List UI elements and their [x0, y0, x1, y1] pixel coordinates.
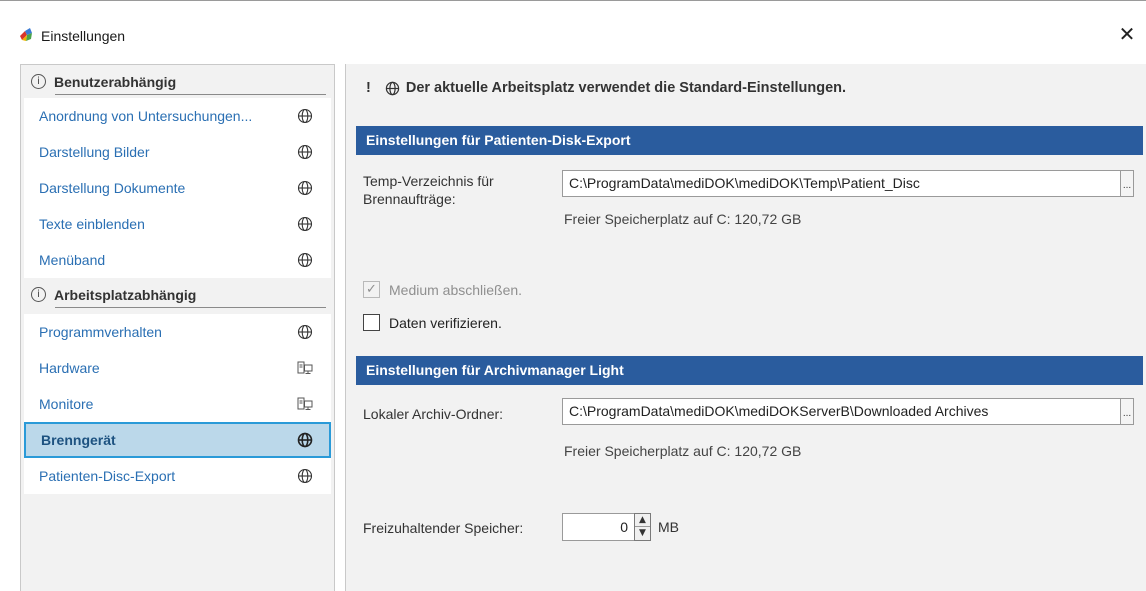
- globe-icon: [297, 324, 313, 340]
- reserve-memory-unit: MB: [658, 519, 679, 535]
- sidebar-item-darstellung-dokumente[interactable]: Darstellung Dokumente: [24, 170, 331, 206]
- finalize-medium-checkbox[interactable]: ✓ Medium abschließen.: [363, 281, 522, 298]
- archive-folder-browse-button[interactable]: ...: [1120, 398, 1134, 425]
- globe-icon: [297, 468, 313, 484]
- section-header-disk-export: Einstellungen für Patienten-Disk-Export: [356, 126, 1143, 155]
- group-header-benutzerabhaengig: i Benutzerabhängig: [21, 65, 334, 98]
- group-header-arbeitsplatzabhaengig: i Arbeitsplatzabhängig: [21, 278, 334, 311]
- reserve-memory-stepper[interactable]: ▲ ▼: [634, 513, 651, 541]
- group-items-arbeitsplatzabhaengig: Programmverhalten Hardware Monitore Bren…: [24, 314, 331, 494]
- group-label: Benutzerabhängig: [54, 73, 177, 90]
- temp-dir-browse-button[interactable]: ...: [1120, 170, 1134, 197]
- warning-mark: !: [366, 80, 371, 96]
- settings-sidebar: i Benutzerabhängig Anordnung von Untersu…: [20, 64, 335, 591]
- sidebar-item-brenngeraet[interactable]: Brenngerät: [24, 422, 331, 458]
- archive-free-space-text: Freier Speicherplatz auf C: 120,72 GB: [564, 443, 802, 459]
- close-button[interactable]: ✕: [1114, 22, 1140, 48]
- temp-free-space-text: Freier Speicherplatz auf C: 120,72 GB: [564, 211, 802, 227]
- sidebar-item-label: Texte einblenden: [39, 216, 145, 232]
- section-header-archivmanager: Einstellungen für Archivmanager Light: [356, 356, 1143, 385]
- globe-icon: [297, 180, 313, 196]
- group-items-benutzerabhaengig: Anordnung von Untersuchungen... Darstell…: [24, 98, 331, 278]
- verify-data-label: Daten verifizieren.: [389, 314, 502, 331]
- sidebar-item-label: Darstellung Bilder: [39, 144, 150, 160]
- title-bar: Einstellungen ✕: [0, 0, 1146, 55]
- sidebar-item-menueband[interactable]: Menüband: [24, 242, 331, 278]
- temp-dir-label: Temp-Verzeichnis für Brennaufträge:: [363, 172, 494, 208]
- sidebar-item-label: Brenngerät: [41, 432, 116, 448]
- sidebar-item-label: Anordnung von Untersuchungen...: [39, 108, 253, 124]
- group-divider: [55, 94, 326, 95]
- globe-icon: [297, 144, 313, 160]
- workstation-icon: [297, 361, 313, 374]
- temp-dir-label-line1: Temp-Verzeichnis für: [363, 173, 494, 189]
- checkmark-icon: ✓: [363, 281, 380, 298]
- info-icon: i: [31, 287, 46, 302]
- archive-folder-label: Lokaler Archiv-Ordner:: [363, 406, 504, 422]
- globe-icon: [297, 216, 313, 232]
- sidebar-item-patienten-disc-export[interactable]: Patienten-Disc-Export: [24, 458, 331, 494]
- reserve-memory-input[interactable]: 0: [562, 513, 634, 541]
- sidebar-item-label: Monitore: [39, 396, 94, 412]
- verify-data-checkbox[interactable]: Daten verifizieren.: [363, 314, 502, 331]
- sidebar-item-label: Menüband: [39, 252, 106, 268]
- sidebar-item-hardware[interactable]: Hardware: [24, 350, 331, 386]
- globe-icon: [297, 108, 313, 124]
- group-divider: [55, 307, 326, 308]
- notice-text: Der aktuelle Arbeitsplatz verwendet die …: [405, 80, 847, 96]
- sidebar-item-monitore[interactable]: Monitore: [24, 386, 331, 422]
- reserve-memory-label: Freizuhaltender Speicher:: [363, 520, 524, 536]
- globe-icon: [385, 81, 400, 95]
- close-icon: ✕: [1118, 24, 1136, 46]
- temp-dir-label-line2: Brennaufträge:: [363, 191, 456, 207]
- finalize-medium-label: Medium abschließen.: [389, 281, 523, 298]
- sidebar-item-anordnung[interactable]: Anordnung von Untersuchungen...: [24, 98, 331, 134]
- settings-panel: ! Der aktuelle Arbeitsplatz verwendet di…: [346, 64, 1146, 591]
- app-logo-icon: [20, 28, 32, 41]
- sidebar-item-texte-einblenden[interactable]: Texte einblenden: [24, 206, 331, 242]
- temp-dir-input[interactable]: C:\ProgramData\mediDOK\mediDOK\Temp\Pati…: [562, 170, 1120, 197]
- info-icon: i: [31, 74, 46, 89]
- group-label: Arbeitsplatzabhängig: [54, 286, 197, 303]
- stepper-down-icon[interactable]: ▼: [635, 527, 650, 540]
- sidebar-item-label: Patienten-Disc-Export: [39, 468, 176, 484]
- archive-folder-input[interactable]: C:\ProgramData\mediDOK\mediDOKServerB\Do…: [562, 398, 1120, 425]
- standard-settings-notice: ! Der aktuelle Arbeitsplatz verwendet di…: [366, 78, 846, 98]
- sidebar-item-programmverhalten[interactable]: Programmverhalten: [24, 314, 331, 350]
- sidebar-item-label: Programmverhalten: [39, 324, 162, 340]
- sidebar-item-label: Darstellung Dokumente: [39, 180, 186, 196]
- workstation-icon: [297, 397, 313, 410]
- sidebar-item-label: Hardware: [39, 360, 100, 376]
- globe-icon: [297, 252, 313, 268]
- checkbox-empty-icon: [363, 314, 380, 331]
- globe-icon: [297, 432, 313, 448]
- window-title: Einstellungen: [41, 28, 126, 44]
- stepper-up-icon[interactable]: ▲: [635, 514, 650, 527]
- sidebar-item-darstellung-bilder[interactable]: Darstellung Bilder: [24, 134, 331, 170]
